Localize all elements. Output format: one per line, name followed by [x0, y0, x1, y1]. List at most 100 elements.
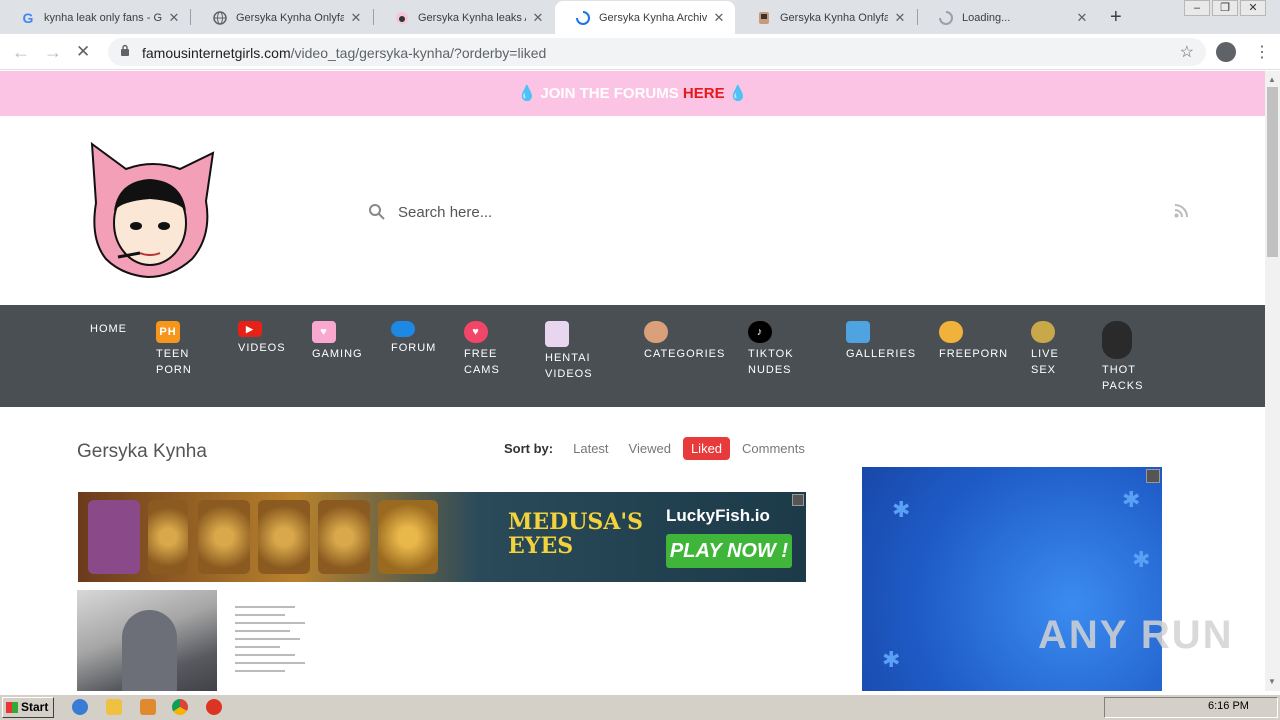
nav-label: HENTAI VIDEOS [545, 352, 593, 380]
start-button[interactable]: Start [2, 697, 54, 718]
nav-hentai-videos[interactable]: HENTAI VIDEOS [545, 321, 595, 382]
clock: 6:16 PM [1208, 700, 1249, 712]
ad-banner[interactable]: MEDUSA'S EYES LuckyFish.io PLAY NOW ! [78, 492, 806, 582]
close-window-button[interactable]: ✕ [1240, 0, 1266, 16]
nav-videos[interactable]: ▶ VIDEOS [238, 321, 286, 356]
browser-toolbar: ← → ✕ famousinternetgirls.com/video_tag/… [0, 34, 1280, 70]
scroll-down-icon[interactable]: ▼ [1268, 677, 1276, 686]
webcam-icon [1031, 321, 1055, 343]
forum-banner-link[interactable]: HERE [683, 85, 725, 102]
nav-label: HOME [90, 323, 127, 335]
scroll-up-icon[interactable]: ▲ [1268, 75, 1276, 84]
close-icon[interactable]: ✕ [892, 10, 908, 26]
paw-icon: ✱ [892, 497, 911, 522]
nav-thot-packs[interactable]: THOT PACKS [1102, 321, 1142, 394]
chrome-icon[interactable] [172, 699, 188, 715]
nav-label: GALLERIES [846, 348, 917, 360]
close-icon[interactable]: ✕ [166, 10, 182, 26]
ad-brand: LuckyFish.io [666, 506, 770, 525]
ad-headline: MEDUSA'S EYES [508, 509, 643, 559]
nav-freeporn[interactable]: FREEPORN [939, 321, 1008, 362]
nav-label: FREEPORN [939, 348, 1009, 360]
close-icon[interactable]: ✕ [711, 10, 727, 26]
close-icon[interactable]: ✕ [1074, 10, 1090, 26]
nav-tiktok-nudes[interactable]: ♪ TIKTOK NUDES [748, 321, 798, 378]
ad-close-icon[interactable] [792, 494, 804, 506]
menu-icon[interactable]: ⋮ [1254, 42, 1270, 62]
video-thumbnail[interactable] [77, 590, 217, 691]
ad-cta-button[interactable]: PLAY NOW ! [666, 534, 792, 568]
stop-app-icon[interactable] [206, 699, 222, 715]
nav-label: VIDEOS [238, 342, 286, 354]
ie-icon[interactable] [72, 699, 88, 715]
restore-button[interactable]: ❐ [1212, 0, 1238, 16]
sort-controls: Sort by: Latest Viewed Liked Comments [504, 437, 817, 460]
nav-label: CATEGORIES [644, 348, 726, 360]
sort-liked[interactable]: Liked [682, 437, 731, 460]
heart-chat-icon: ♥ [312, 321, 336, 343]
paw-icon: ✱ [1122, 487, 1141, 512]
site-icon [756, 10, 772, 26]
forum-banner[interactable]: 💧 JOIN THE FORUMS HERE 💧 [0, 71, 1265, 116]
sort-label: Sort by: [504, 441, 554, 456]
nav-gaming[interactable]: ♥ GAMING [312, 321, 363, 362]
ad-close-icon[interactable] [1146, 469, 1160, 483]
rss-icon[interactable] [1174, 204, 1188, 218]
sort-viewed[interactable]: Viewed [621, 437, 679, 460]
nav-live-sex[interactable]: LIVE SEX [1031, 321, 1061, 378]
paw-icon: ✱ [882, 647, 901, 672]
address-bar[interactable]: famousinternetgirls.com/video_tag/gersyk… [108, 38, 1206, 66]
scroll-thumb[interactable] [1267, 87, 1278, 257]
site-icon [394, 10, 410, 26]
nav-forum[interactable]: FORUM [391, 321, 436, 356]
nav-label: TIKTOK NUDES [748, 348, 794, 376]
tab-title: Gersyka Kynha Onlyfans [780, 11, 888, 24]
nav-teen-porn[interactable]: PH TEEN PORN [156, 321, 196, 378]
back-icon[interactable]: ← [12, 42, 30, 63]
watermark: ANY RUN [1038, 613, 1234, 657]
tab-4-active[interactable]: Gersyka Kynha Archives ✕ [555, 1, 735, 34]
nav-home[interactable]: HOME [90, 321, 127, 337]
girl-icon [1102, 321, 1132, 359]
tab-title: Gersyka Kynha Onlyfans [236, 11, 344, 24]
page-title: Gersyka Kynha [77, 441, 207, 462]
close-icon[interactable]: ✕ [530, 10, 546, 26]
tab-1[interactable]: G kynha leak only fans - Go ✕ [0, 1, 190, 34]
loading-icon [575, 10, 591, 26]
google-icon: G [22, 9, 34, 26]
url-path: /video_tag/gersyka-kynha/?orderby=liked [290, 45, 547, 61]
minimize-button[interactable]: – [1184, 0, 1210, 16]
search-input[interactable] [398, 201, 798, 223]
sort-comments[interactable]: Comments [734, 437, 813, 460]
bookmark-star-icon[interactable]: ☆ [1180, 42, 1194, 62]
nav-categories[interactable]: CATEGORIES [644, 321, 725, 362]
tab-strip: G kynha leak only fans - Go ✕ Gersyka Ky… [0, 0, 1280, 34]
close-icon[interactable]: ✕ [348, 10, 364, 26]
nav-label: THOT PACKS [1102, 364, 1144, 392]
tab-title: Gersyka Kynha Archives [599, 11, 707, 24]
forum-banner-text: JOIN THE FORUMS [540, 85, 679, 102]
tab-3[interactable]: Gersyka Kynha leaks Arc ✕ [374, 1, 554, 34]
tab-title: kynha leak only fans - Go [44, 11, 162, 24]
search-bar [368, 201, 1168, 225]
start-label: Start [21, 700, 49, 714]
windows-flag-icon [6, 702, 18, 713]
nav-galleries[interactable]: GALLERIES [846, 321, 916, 362]
page-scrollbar[interactable]: ▲ ▼ [1265, 71, 1280, 691]
sort-latest[interactable]: Latest [565, 437, 616, 460]
site-logo[interactable] [88, 141, 218, 281]
media-player-icon[interactable] [140, 699, 156, 715]
tab-6[interactable]: Loading... ✕ [918, 1, 1098, 34]
ph-icon: PH [156, 321, 180, 343]
stop-icon[interactable]: ✕ [76, 42, 90, 62]
forward-icon[interactable]: → [44, 42, 62, 63]
tab-5[interactable]: Gersyka Kynha Onlyfans ✕ [736, 1, 916, 34]
search-icon[interactable] [368, 203, 386, 221]
nav-free-cams[interactable]: ♥ FREE CAMS [464, 321, 504, 378]
new-tab-button[interactable]: + [1110, 6, 1122, 29]
explorer-icon[interactable] [106, 699, 122, 715]
video-thumbnail-screenshot[interactable] [220, 590, 320, 691]
account-icon[interactable] [1216, 42, 1236, 62]
face-icon [939, 321, 963, 343]
tab-2[interactable]: Gersyka Kynha Onlyfans ✕ [192, 1, 372, 34]
